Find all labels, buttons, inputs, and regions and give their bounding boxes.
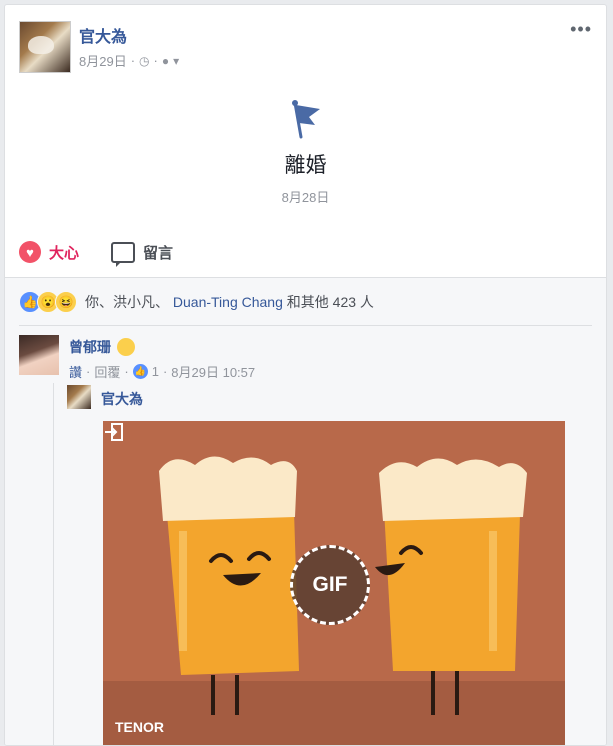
action-bar: ♥ 大心 留言 xyxy=(19,241,174,267)
haha-reaction-icon: 😆 xyxy=(55,291,77,313)
reply-author-avatar[interactable] xyxy=(67,385,91,409)
meta-separator: · xyxy=(124,364,129,379)
comment-button[interactable]: 留言 xyxy=(111,241,174,267)
post-meta: 8月29日 · ◷ · ● ▾ xyxy=(79,51,179,70)
meta-separator: · xyxy=(153,53,158,68)
post-author-name[interactable]: 官大為 xyxy=(79,23,127,47)
post-card: 官大為 8月29日 · ◷ · ● ▾ ••• 離婚 8月28日 ♥ 大心 留言… xyxy=(4,4,607,746)
comment-reply-link[interactable]: 回覆 xyxy=(94,362,120,381)
comment-timestamp[interactable]: 8月29日 10:57 xyxy=(171,362,255,381)
author-avatar[interactable] xyxy=(19,21,71,73)
love-label: 大心 xyxy=(49,244,80,262)
chevron-down-icon[interactable]: ▾ xyxy=(173,54,179,68)
flag-icon xyxy=(292,100,320,139)
reactions-prefix: 你、洪小凡、 xyxy=(85,294,169,310)
life-event-date: 8月28日 xyxy=(281,190,330,205)
thinking-emoji-icon xyxy=(117,338,135,356)
reactions-name-link[interactable]: Duan-Ting Chang xyxy=(173,294,283,310)
divider xyxy=(19,325,592,326)
reactions-text: 你、洪小凡、 Duan-Ting Chang 和其他 423 人 xyxy=(85,292,374,312)
like-icon: 👍 xyxy=(132,364,148,379)
comment-author-name[interactable]: 曾郁珊 xyxy=(69,337,111,357)
reply-author-name[interactable]: 官大為 xyxy=(101,389,143,409)
reactions-summary[interactable]: 👍 😮 😆 你、洪小凡、 Duan-Ting Chang 和其他 423 人 xyxy=(19,291,374,313)
comment-author: 曾郁珊 xyxy=(69,337,135,357)
globe-icon[interactable]: ● xyxy=(162,54,169,68)
comment-like-link[interactable]: 讚 xyxy=(69,362,82,381)
post-date[interactable]: 8月29日 xyxy=(79,51,127,70)
comment-like-count[interactable]: 1 xyxy=(152,364,159,379)
reply-thread-line xyxy=(53,383,54,745)
meta-separator: · xyxy=(130,53,136,68)
reactions-suffix[interactable]: 和其他 423 人 xyxy=(287,294,374,310)
love-button[interactable]: ♥ 大心 xyxy=(19,241,79,263)
commenter-avatar[interactable] xyxy=(19,335,59,375)
open-external-icon[interactable] xyxy=(103,421,125,443)
gif-source-label: TENOR xyxy=(115,719,164,735)
meta-separator: · xyxy=(86,364,91,379)
meta-separator: · xyxy=(162,364,168,379)
comment-icon xyxy=(111,241,136,267)
comment-meta: 讚 · 回覆 · 👍 1 · 8月29日 10:57 xyxy=(69,362,255,381)
comment-label: 留言 xyxy=(143,244,174,262)
post-options-button[interactable]: ••• xyxy=(570,19,592,40)
gif-attachment[interactable]: GIF TENOR xyxy=(103,421,565,745)
clock-icon: ◷ xyxy=(139,53,150,68)
life-event-title: 離婚 xyxy=(284,154,327,177)
gif-play-badge[interactable]: GIF xyxy=(290,545,370,625)
heart-icon: ♥ xyxy=(19,241,41,263)
